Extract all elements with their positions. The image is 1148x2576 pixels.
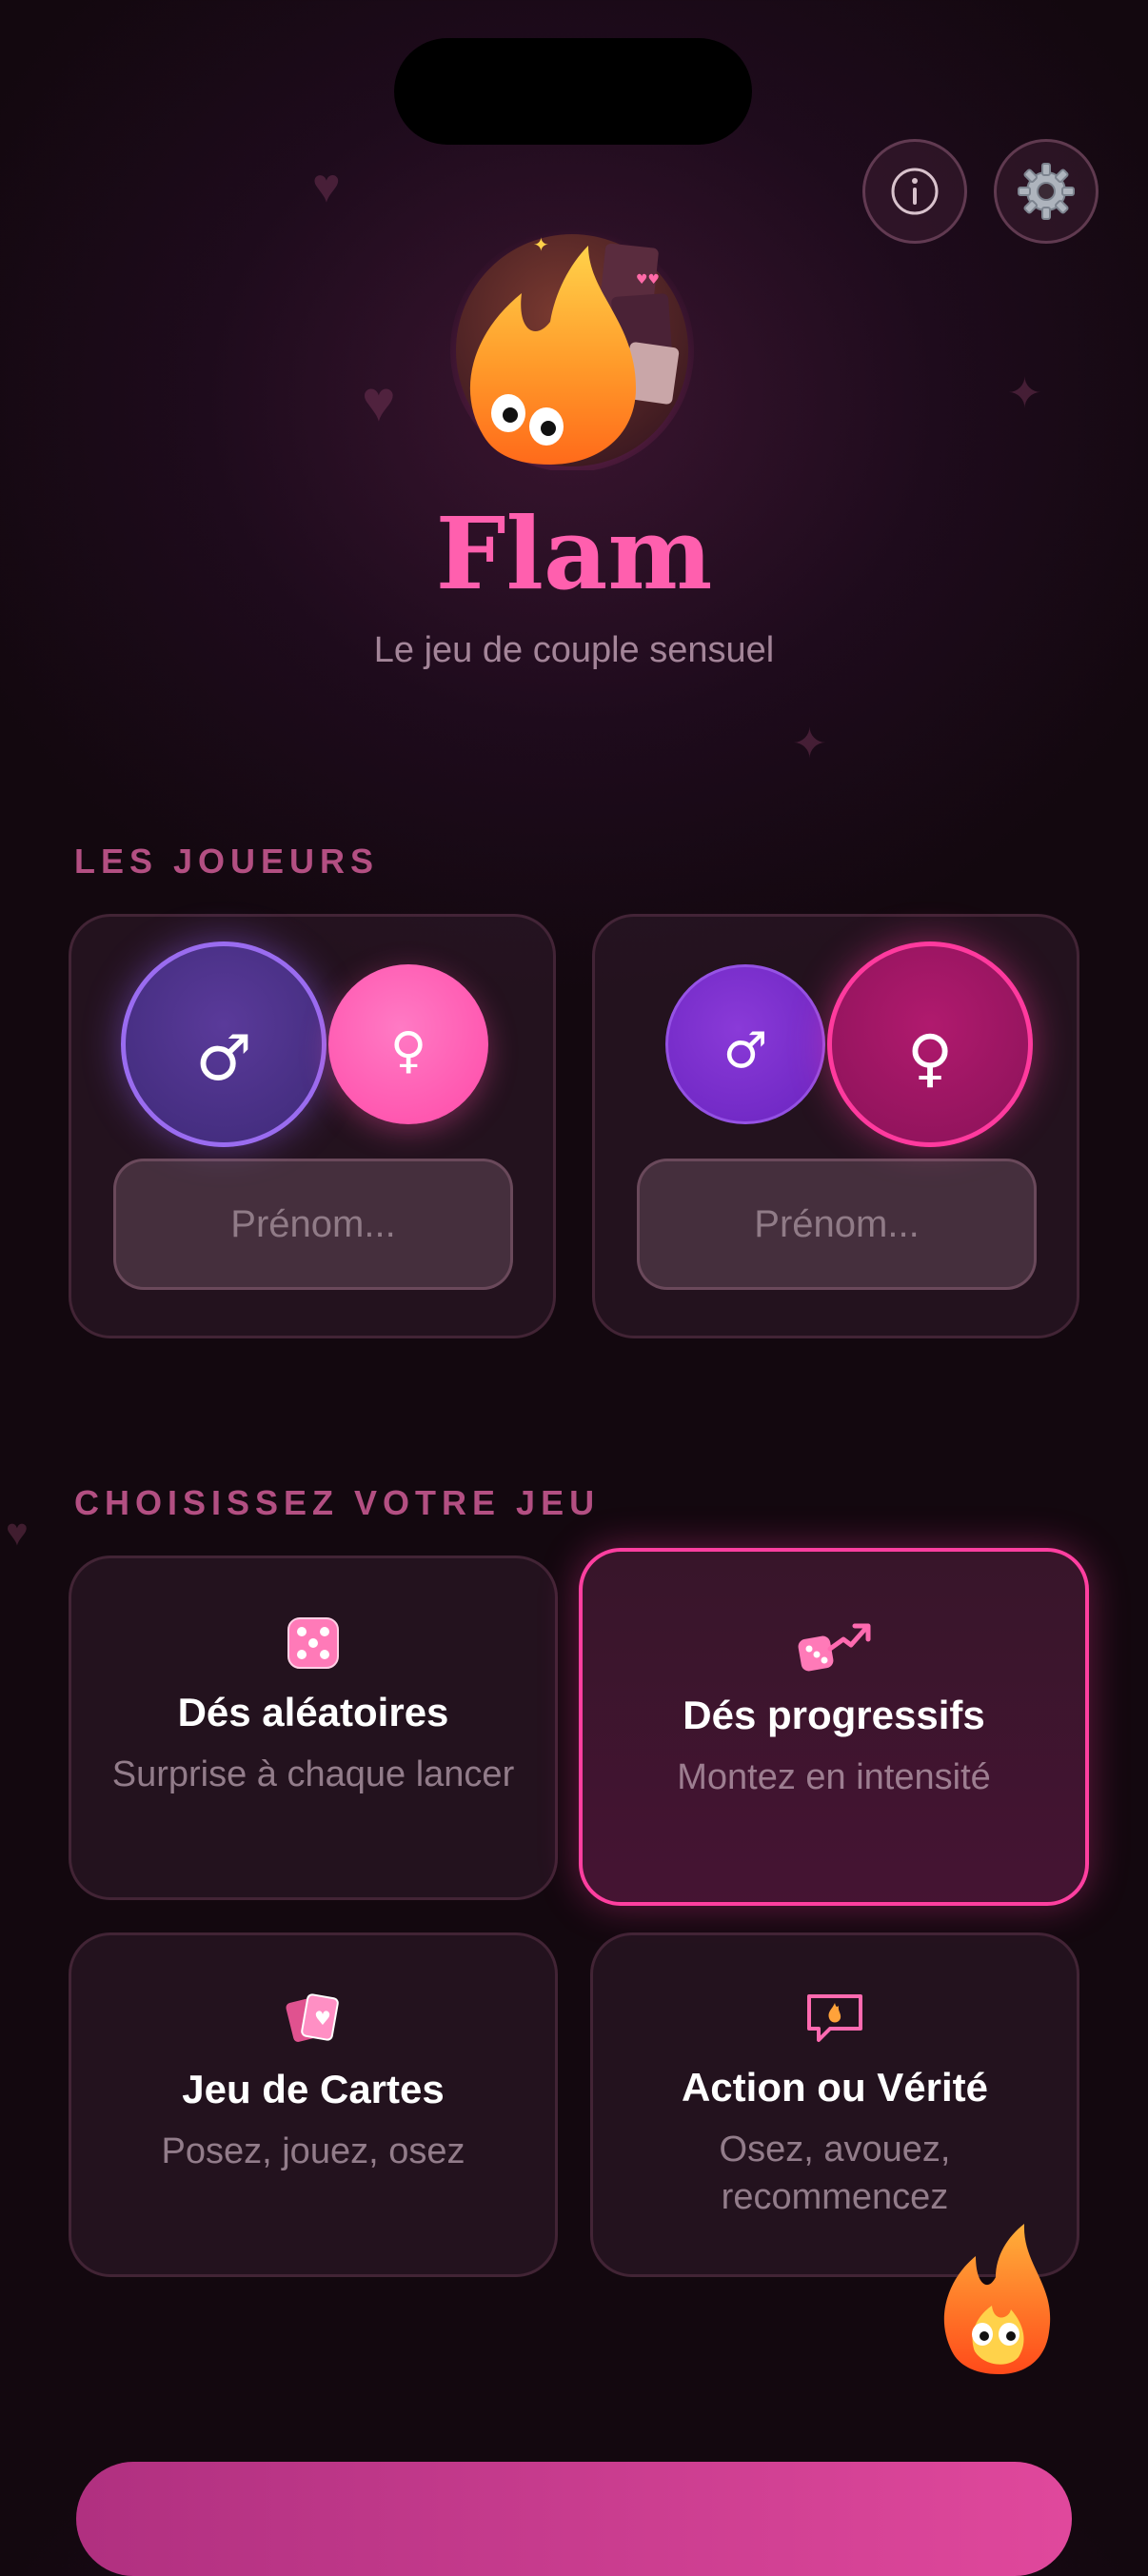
info-button[interactable] xyxy=(862,139,967,244)
sparkle-decoration: ✦ xyxy=(792,721,827,767)
male-symbol-icon: ♂ xyxy=(722,1022,768,1080)
gear-icon xyxy=(1018,163,1075,220)
player-1-male-button[interactable]: ♂ xyxy=(121,941,327,1147)
flame-mascot-logo: ♥♥ ✦ xyxy=(445,227,699,472)
heart-decoration: ♥ xyxy=(6,1512,29,1554)
flame-mascot-icon xyxy=(943,2224,1051,2374)
settings-button[interactable] xyxy=(994,139,1099,244)
dice-icon xyxy=(287,1617,339,1669)
heart-decoration: ♥ xyxy=(362,369,396,433)
svg-text:✦: ✦ xyxy=(533,233,549,256)
app-subtitle: Le jeu de couple sensuel xyxy=(373,630,775,670)
game-subtitle: Montez en intensité xyxy=(677,1757,991,1797)
player-2-name-input[interactable]: Prénom... xyxy=(637,1159,1037,1290)
game-title: Dés aléatoires xyxy=(177,1690,449,1734)
player-1-female-button[interactable]: ♀ xyxy=(328,964,488,1124)
chat-flame-icon xyxy=(807,1994,862,2042)
male-symbol-icon: ♂ xyxy=(195,1020,252,1095)
player-card-1: ♂ ♀ Prénom... xyxy=(69,914,556,1338)
player-2-male-button[interactable]: ♂ xyxy=(665,964,825,1124)
game-subtitle: Osez, avouez, recommencez xyxy=(719,2130,951,2217)
game-card-random-dice[interactable]: Dés aléatoires Surprise à chaque lancer xyxy=(69,1556,558,1900)
svg-text:♥♥: ♥♥ xyxy=(636,272,660,287)
info-icon xyxy=(891,168,939,215)
game-title: Jeu de Cartes xyxy=(182,2067,445,2111)
game-card-cards[interactable]: ♥ Jeu de Cartes Posez, jouez, osez xyxy=(69,1932,558,2277)
game-subtitle: Surprise à chaque lancer xyxy=(111,1754,515,1794)
floating-flame-mascot-button[interactable] xyxy=(933,2218,1066,2380)
camera-notch xyxy=(394,38,752,145)
svg-text:♥: ♥ xyxy=(314,2007,331,2030)
game-title: Action ou Vérité xyxy=(681,2065,989,2110)
game-title: Dés progressifs xyxy=(683,1693,985,1737)
app-title: Flam xyxy=(435,495,713,612)
dice-trend-icon xyxy=(798,1623,871,1672)
player-card-2: ♂ ♀ Prénom... xyxy=(592,914,1079,1338)
cards-icon: ♥ xyxy=(286,1993,339,2042)
game-card-progressive-dice[interactable]: Dés progressifs Montez en intensité xyxy=(579,1548,1089,1906)
player-1-name-input[interactable]: Prénom... xyxy=(113,1159,513,1290)
games-section-label: CHOISISSEZ VOTRE JEU xyxy=(74,1483,601,1522)
player-2-female-button[interactable]: ♀ xyxy=(827,941,1033,1147)
players-section-label: LES JOUEURS xyxy=(74,842,380,881)
female-symbol-icon: ♀ xyxy=(389,1022,427,1080)
heart-decoration: ♥ xyxy=(312,159,341,212)
start-game-button[interactable] xyxy=(76,2462,1072,2576)
female-symbol-icon: ♀ xyxy=(906,1020,954,1095)
sparkle-decoration: ✦ xyxy=(1007,370,1042,417)
game-subtitle: Posez, jouez, osez xyxy=(161,2131,465,2171)
